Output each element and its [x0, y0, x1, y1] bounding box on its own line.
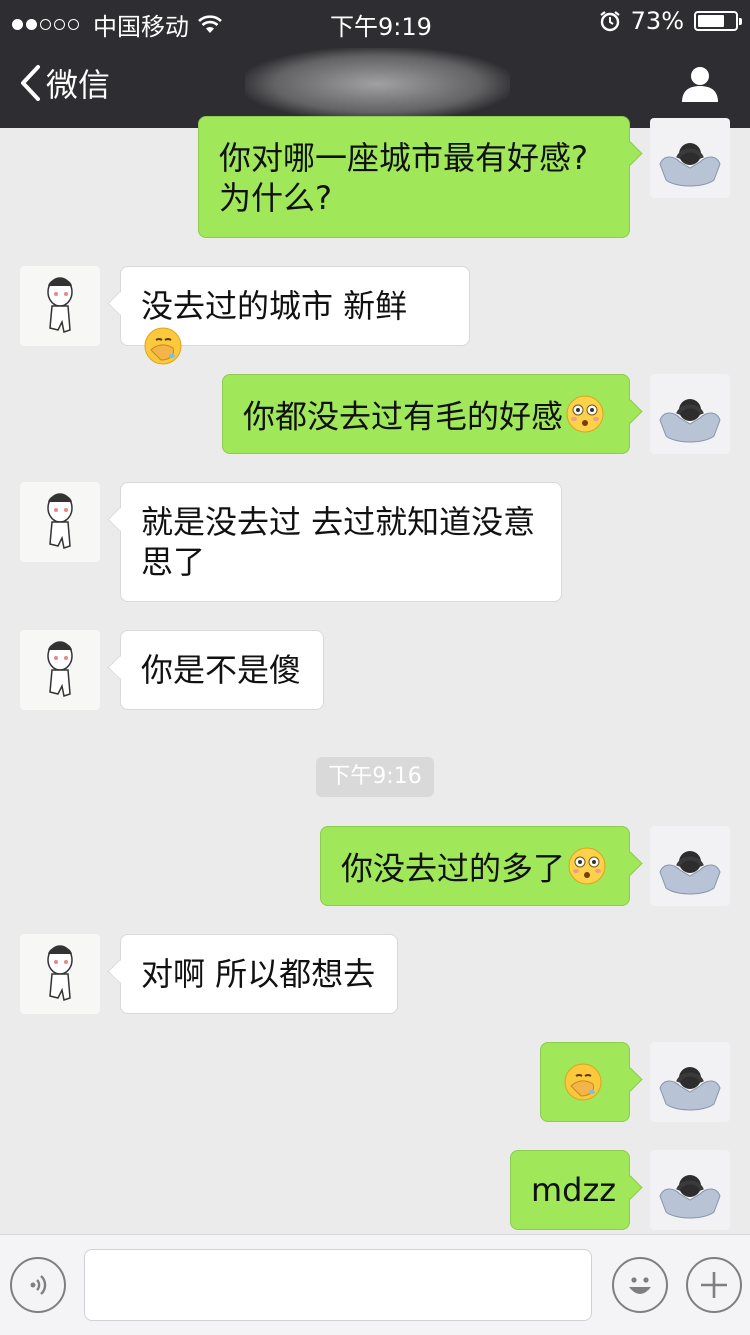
alarm-icon — [599, 11, 620, 32]
my-avatar[interactable] — [650, 374, 730, 454]
message-input[interactable] — [84, 1249, 592, 1321]
message-bubble-outgoing[interactable]: mdzz — [510, 1150, 630, 1230]
my-avatar[interactable] — [650, 826, 730, 906]
message-bubble-outgoing[interactable] — [540, 1042, 630, 1122]
message-bubble-outgoing[interactable]: 你都没去过有毛的好感 — [222, 374, 630, 454]
message-bubble-incoming[interactable]: 对啊 所以都想去 — [120, 934, 398, 1014]
voice-button[interactable] — [10, 1257, 66, 1313]
contact-avatar[interactable] — [20, 266, 100, 346]
message-bubble-outgoing[interactable]: 你对哪一座城市最有好感?为什么? — [198, 116, 630, 238]
back-label: 微信 — [46, 66, 111, 104]
voice-icon — [30, 1275, 47, 1295]
smiley-icon — [629, 1277, 651, 1294]
chat-title-redacted — [245, 48, 510, 120]
message-text: 你是不是傻 — [141, 651, 302, 689]
message-bubble-incoming[interactable]: 就是没去过 去过就知道没意思了 — [120, 482, 562, 602]
timestamp-label: 下午9:16 — [316, 757, 434, 797]
battery-percent: 73% — [630, 7, 684, 35]
my-avatar[interactable] — [650, 1150, 730, 1230]
more-button[interactable] — [686, 1257, 742, 1313]
facepalm-emoji-icon — [563, 1062, 603, 1111]
chevron-left-icon — [21, 65, 40, 101]
message-bubble-incoming[interactable]: 没去过的城市 新鲜 — [120, 266, 470, 365]
message-bubble-incoming[interactable]: 你是不是傻 — [120, 630, 324, 710]
message-text: mdzz — [531, 1171, 617, 1209]
status-bar: 中国移动 下午9:19 73% — [0, 0, 750, 41]
back-button[interactable]: 微信 — [18, 60, 110, 106]
my-avatar[interactable] — [650, 1042, 730, 1122]
chat-profile-button[interactable] — [680, 64, 720, 108]
message-bubble-outgoing[interactable]: 你没去过的多了 — [320, 826, 630, 906]
carrier-label: 中国移动 — [93, 13, 189, 41]
plus-icon — [701, 1272, 727, 1298]
facepalm-emoji-icon — [143, 326, 183, 375]
contact-avatar[interactable] — [20, 630, 100, 710]
emoji-button[interactable] — [612, 1257, 668, 1313]
flushed-emoji-icon — [567, 846, 607, 895]
wifi-icon — [198, 14, 222, 33]
clock-label: 下午9:19 — [330, 13, 432, 41]
message-text: 你没去过的多了 — [341, 849, 566, 888]
message-text: 对啊 所以都想去 — [141, 955, 376, 993]
nav-bar: 微信 — [0, 40, 750, 128]
input-bar — [0, 1234, 750, 1335]
message-text: 没去过的城市 新鲜 — [141, 287, 408, 325]
person-icon — [682, 67, 718, 102]
message-text: 就是没去过 去过就知道没意思了 — [141, 503, 536, 581]
signal-icon — [12, 19, 79, 30]
contact-avatar[interactable] — [20, 934, 100, 1014]
flushed-emoji-icon — [565, 394, 605, 443]
battery-icon — [694, 11, 742, 31]
contact-avatar[interactable] — [20, 482, 100, 562]
message-text: 你都没去过有毛的好感 — [243, 397, 564, 436]
my-avatar[interactable] — [650, 118, 730, 198]
message-text: 你对哪一座城市最有好感?为什么? — [219, 139, 588, 217]
